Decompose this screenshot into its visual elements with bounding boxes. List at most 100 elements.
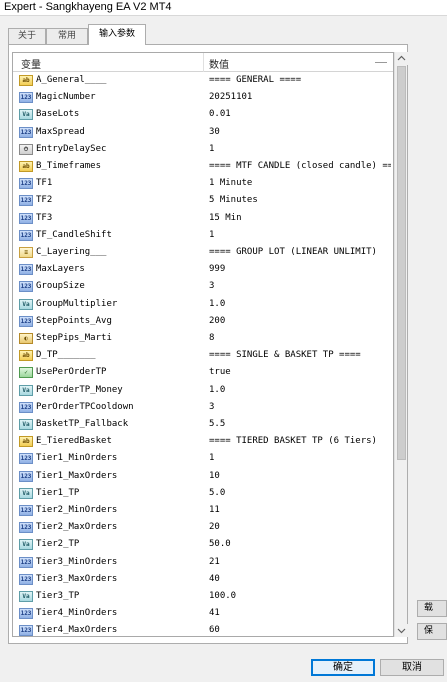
param-row[interactable]: ab D_TP_______ ==== SINGLE & BASKET TP ===…	[13, 347, 393, 364]
param-value[interactable]: ==== TIERED BASKET TP (6 Tiers)	[209, 436, 377, 446]
param-value[interactable]: 20251101	[209, 92, 252, 102]
header-variable[interactable]: 变量	[21, 56, 41, 71]
param-variable: A_General____	[36, 75, 107, 85]
param-row[interactable]: 123 PerOrderTPCooldown 3	[13, 399, 393, 416]
param-row[interactable]: ab E_TieredBasket ==== TIERED BASKET TP (6…	[13, 433, 393, 450]
save-button[interactable]: 保	[417, 623, 447, 640]
param-variable: Tier3_MaxOrders	[36, 573, 118, 584]
param-value[interactable]: 1	[209, 230, 214, 240]
param-row[interactable]: ⏱ EntryDelaySec 1	[13, 141, 393, 158]
param-row[interactable]: 123 GroupSize 3	[13, 278, 393, 295]
param-value[interactable]: 0.01	[209, 109, 231, 119]
param-variable: MaxSpread	[36, 126, 85, 137]
cancel-button[interactable]: 取消	[380, 659, 444, 676]
param-row[interactable]: 123 MaxSpread 30	[13, 124, 393, 141]
load-button[interactable]: 载	[417, 600, 447, 617]
scroll-down-icon[interactable]	[395, 624, 408, 637]
double-type-icon: Va	[19, 539, 33, 551]
param-value[interactable]: 1.0	[209, 385, 225, 395]
header-value[interactable]: 数值	[209, 56, 229, 71]
param-row[interactable]: 123 TF1 1 Minute	[13, 175, 393, 192]
param-row[interactable]: Va BaseLots 0.01	[13, 106, 393, 123]
param-row[interactable]: ab A_General____ ==== GENERAL ====	[13, 72, 393, 89]
param-variable: Tier4_MaxOrders	[36, 625, 118, 636]
tab-about[interactable]: 关于	[8, 28, 46, 44]
param-value[interactable]: 999	[209, 264, 225, 274]
param-value[interactable]: 8	[209, 333, 214, 343]
param-row[interactable]: 123 Tier3_MinOrders 21	[13, 554, 393, 571]
column-resize-icon[interactable]	[375, 62, 387, 63]
param-row[interactable]: 123 Tier3_MaxOrders 40	[13, 571, 393, 588]
param-variable: EntryDelaySec	[36, 143, 107, 154]
param-row[interactable]: Va Tier3_TP 100.0	[13, 588, 393, 605]
title-bar: Expert - Sangkhayeng EA V2 MT4	[0, 0, 447, 16]
param-row[interactable]: 123 Tier2_MaxOrders 20	[13, 519, 393, 536]
param-row[interactable]: 123 Tier1_MinOrders 1	[13, 450, 393, 467]
param-value[interactable]: 40	[209, 574, 220, 584]
vertical-scrollbar[interactable]	[394, 52, 408, 637]
param-value[interactable]: 1.0	[209, 299, 225, 309]
param-row[interactable]: 123 Tier2_MinOrders 11	[13, 502, 393, 519]
param-row[interactable]: ◐ StepPips_Marti 8	[13, 330, 393, 347]
param-row[interactable]: 123 Tier4_MinOrders 41	[13, 605, 393, 622]
integer-type-icon: 123	[19, 229, 33, 241]
param-value[interactable]: 60	[209, 625, 220, 635]
param-value[interactable]: 1 Minute	[209, 178, 252, 188]
param-row[interactable]: Va Tier1_TP 5.0	[13, 485, 393, 502]
param-row[interactable]: Va BasketTP_Fallback 5.5	[13, 416, 393, 433]
scrollbar-thumb[interactable]	[397, 66, 406, 460]
param-value[interactable]: true	[209, 367, 231, 377]
param-value[interactable]: 3	[209, 281, 214, 291]
param-value[interactable]: ==== GROUP LOT (LINEAR UNLIMIT)	[209, 247, 377, 257]
window-title: Expert - Sangkhayeng EA V2 MT4	[4, 1, 172, 13]
param-row[interactable]: Va Tier2_TP 50.0	[13, 536, 393, 553]
param-row[interactable]: 123 MaxLayers 999	[13, 261, 393, 278]
param-variable: Tier2_MaxOrders	[36, 522, 118, 533]
param-row[interactable]: 123 Tier1_MaxOrders 10	[13, 468, 393, 485]
param-variable: Tier1_MaxOrders	[36, 470, 118, 481]
param-value[interactable]: 41	[209, 608, 220, 618]
param-value[interactable]: 21	[209, 557, 220, 567]
param-value[interactable]: 30	[209, 127, 220, 137]
param-variable: C_Layering___	[36, 247, 107, 257]
param-row[interactable]: 123 TF_CandleShift 1	[13, 227, 393, 244]
param-variable: PerOrderTPCooldown	[36, 401, 134, 412]
param-value[interactable]: 20	[209, 522, 220, 532]
param-variable: Tier1_MinOrders	[36, 453, 118, 464]
param-value[interactable]: 5 Minutes	[209, 195, 258, 205]
param-variable: StepPoints_Avg	[36, 315, 112, 326]
param-row[interactable]: 123 TF3 15 Min	[13, 210, 393, 227]
integer-type-icon: 123	[19, 556, 33, 568]
param-row[interactable]: 123 StepPoints_Avg 200	[13, 313, 393, 330]
param-row[interactable]: ≡ C_Layering___ ==== GROUP LOT (LINEAR UNL…	[13, 244, 393, 261]
param-row[interactable]: Va GroupMultiplier 1.0	[13, 296, 393, 313]
param-value[interactable]: 15 Min	[209, 213, 242, 223]
param-row[interactable]: ab B_Timeframes ==== MTF CANDLE (closed ca…	[13, 158, 393, 175]
param-value[interactable]: 10	[209, 471, 220, 481]
param-row[interactable]: Va PerOrderTP_Money 1.0	[13, 382, 393, 399]
param-value[interactable]: 11	[209, 505, 220, 515]
param-value[interactable]: ==== GENERAL ====	[209, 75, 301, 85]
param-value[interactable]: 3	[209, 402, 214, 412]
parameters-grid: 变量 数值 ab A_General____ ==== GENERAL ==== 12…	[12, 52, 394, 637]
param-value[interactable]: 1	[209, 453, 214, 463]
param-row[interactable]: 123 Tier4_MaxOrders 60	[13, 622, 393, 636]
param-row[interactable]: 123 MagicNumber 20251101	[13, 89, 393, 106]
param-value[interactable]: ==== SINGLE & BASKET TP ====	[209, 350, 361, 360]
ok-button[interactable]: 确定	[311, 659, 375, 676]
scroll-up-icon[interactable]	[395, 52, 408, 65]
param-row[interactable]: 123 TF2 5 Minutes	[13, 192, 393, 209]
param-value[interactable]: 100.0	[209, 591, 236, 601]
param-value[interactable]: ==== MTF CANDLE (closed candle) ==	[209, 161, 391, 171]
param-value[interactable]: 5.5	[209, 419, 225, 429]
header-divider[interactable]	[203, 53, 204, 72]
param-value[interactable]: 5.0	[209, 488, 225, 498]
param-variable: D_TP_______	[36, 350, 96, 361]
param-value[interactable]: 200	[209, 316, 225, 326]
param-value[interactable]: 50.0	[209, 539, 231, 549]
integer-type-icon: 123	[19, 625, 33, 636]
param-value[interactable]: 1	[209, 144, 214, 154]
param-row[interactable]: ✓ UsePerOrderTP true	[13, 364, 393, 381]
tab-inputs[interactable]: 输入参数	[88, 24, 146, 45]
tab-common[interactable]: 常用	[46, 28, 88, 44]
